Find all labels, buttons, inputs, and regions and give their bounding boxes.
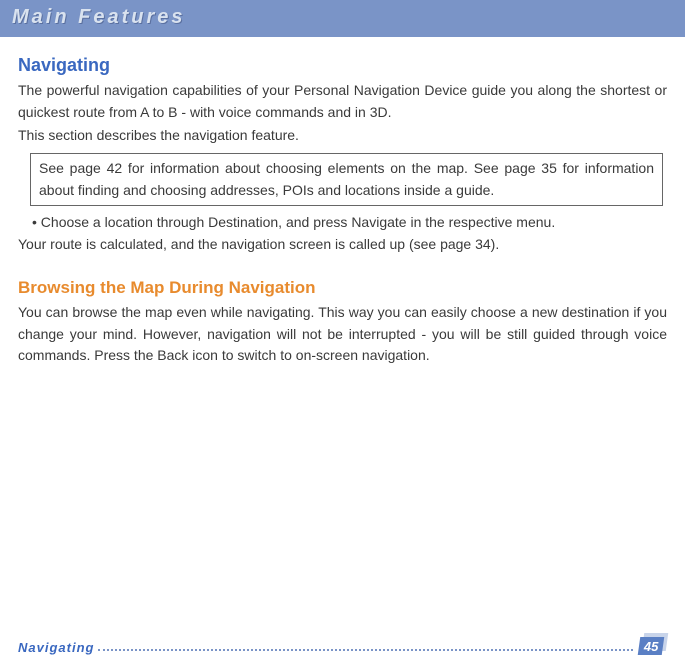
content-area: Navigating The powerful navigation capab… (0, 37, 685, 367)
footer-dots (98, 649, 633, 651)
page-number-badge: 45 (639, 633, 667, 655)
section-navigating-p3: Your route is calculated, and the naviga… (18, 234, 667, 256)
section-navigating-title: Navigating (18, 55, 667, 76)
footer-label: Navigating (18, 640, 94, 655)
page-number: 45 (644, 639, 658, 654)
header-title: Main Features (12, 6, 673, 29)
section-browsing-p1: You can browse the map even while naviga… (18, 302, 667, 367)
footer: Navigating 45 (18, 633, 667, 655)
section-navigating-p2: This section describes the navigation fe… (18, 125, 667, 147)
note-box: See page 42 for information about choosi… (30, 153, 663, 206)
header-bar: Main Features (0, 0, 685, 37)
bullet-choose-location: • Choose a location through Destination,… (32, 212, 667, 234)
section-browsing-title: Browsing the Map During Navigation (18, 278, 667, 298)
section-navigating-p1: The powerful navigation capabilities of … (18, 80, 667, 123)
